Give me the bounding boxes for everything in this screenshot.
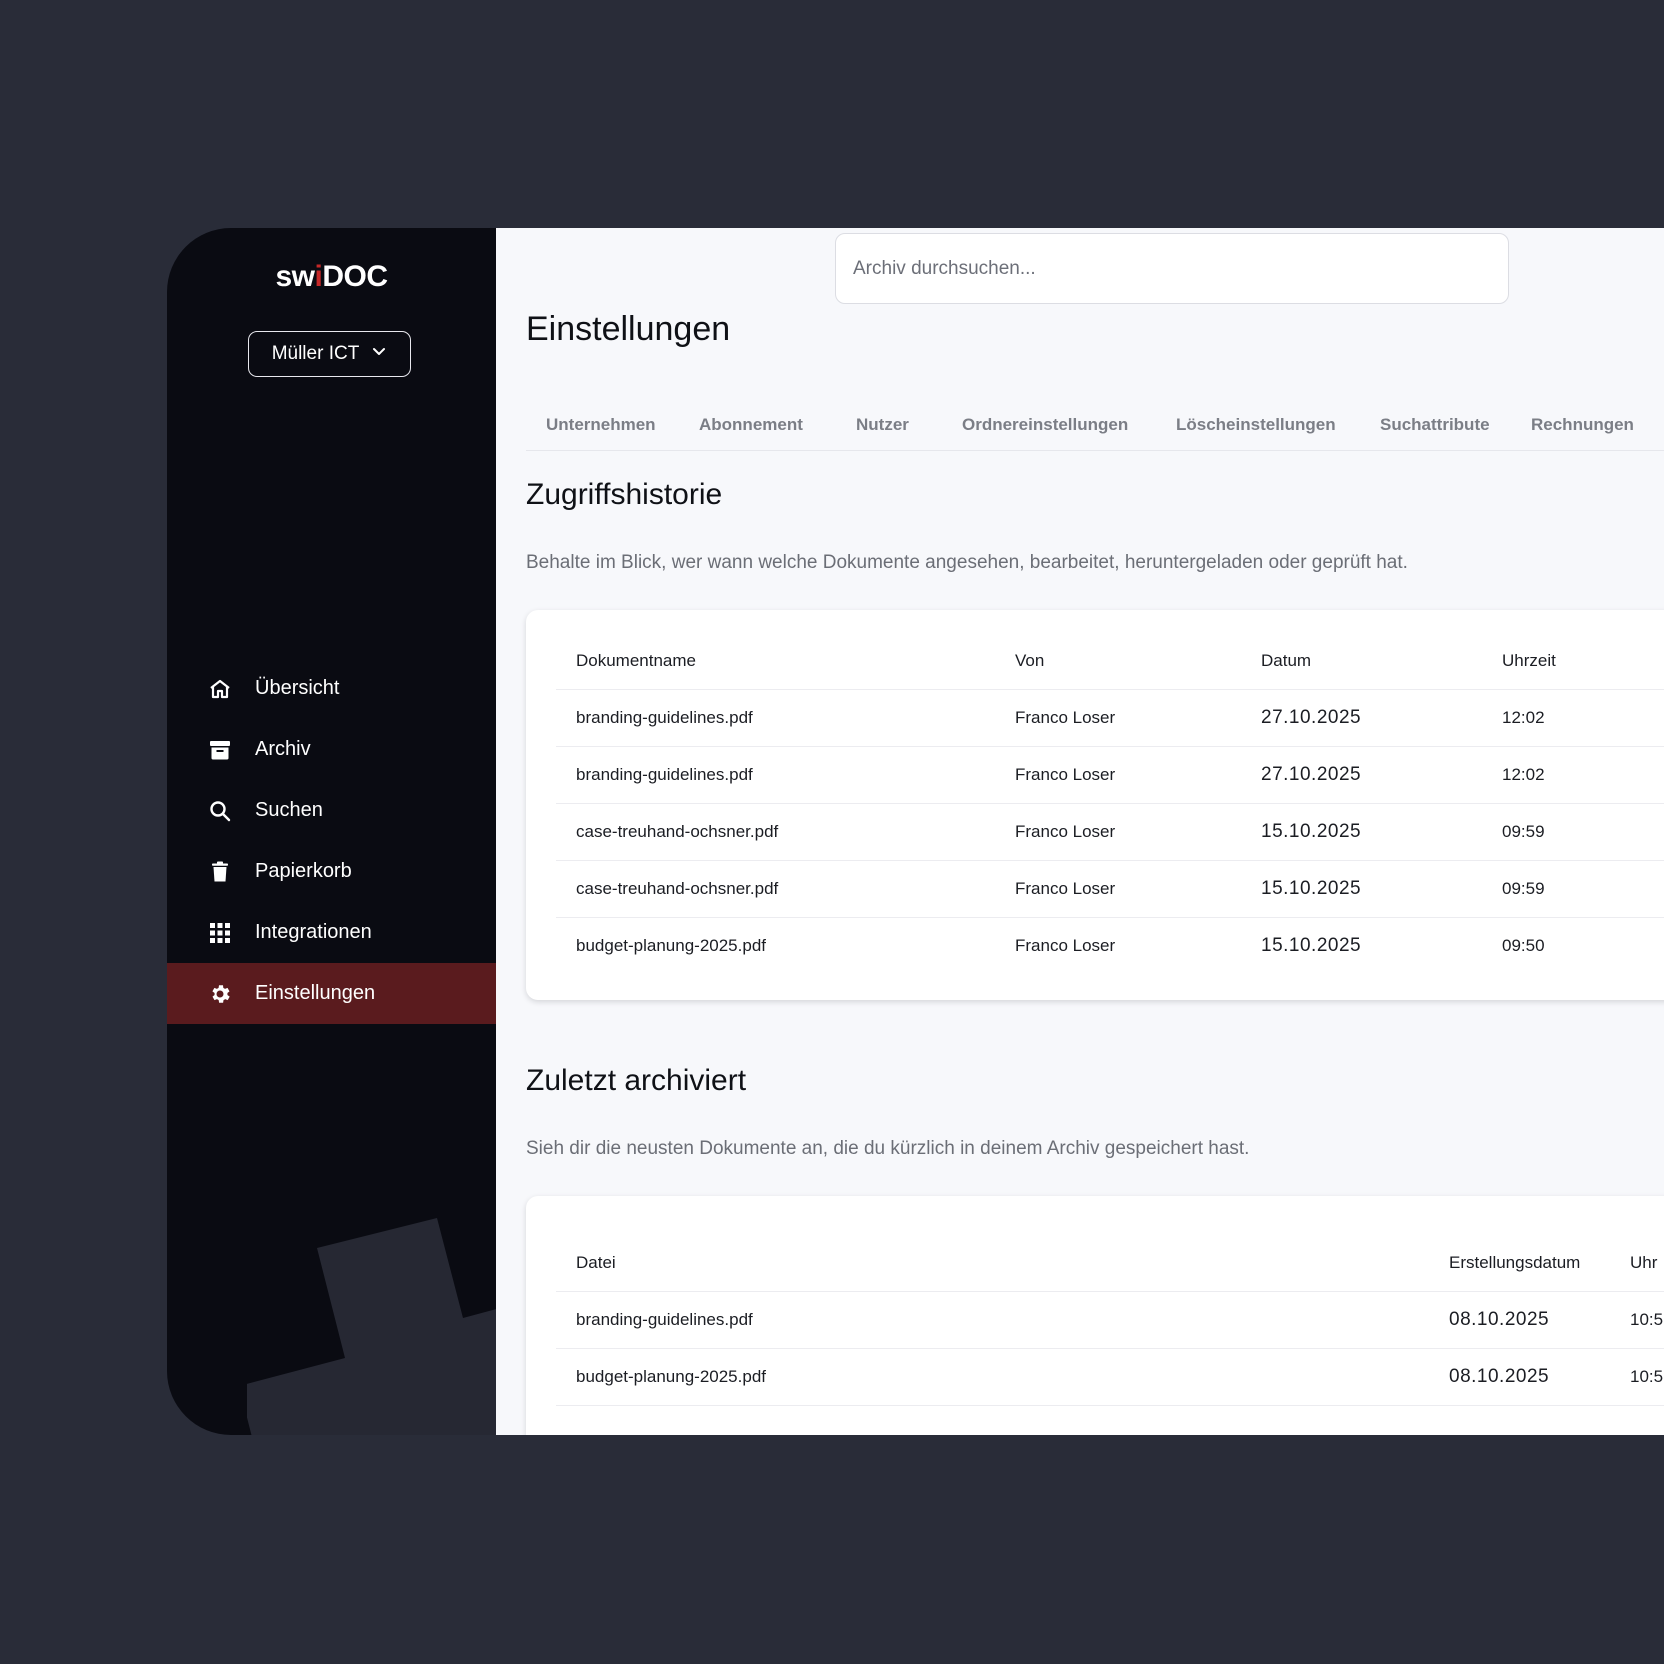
company-selector[interactable]: Müller ICT <box>248 331 411 377</box>
sidebar-item-uebersicht[interactable]: Übersicht <box>167 658 496 719</box>
recent-archived-table: Datei Erstellungsdatum Uhr branding-guid… <box>526 1196 1664 1435</box>
user-name: Franco Loser <box>1015 822 1116 841</box>
table-row[interactable]: budget-planung-2025.pdf Franco Loser 15.… <box>556 917 1664 974</box>
home-icon <box>207 676 233 702</box>
table-header: Dokumentname Von Datum Uhrzeit <box>556 632 1664 690</box>
main-content: Einstellungen Unternehmen Abonnement Nut… <box>496 228 1664 1435</box>
sidebar-item-archiv[interactable]: Archiv <box>167 719 496 780</box>
file-name[interactable]: budget-planung-2025.pdf <box>576 1348 766 1405</box>
access-date: 15.10.2025 <box>1261 878 1362 899</box>
settings-tabs: Unternehmen Abonnement Nutzer Ordnereins… <box>526 400 1664 451</box>
table-row[interactable]: branding-guidelines.pdf Franco Loser 27.… <box>556 746 1664 804</box>
sidebar-item-label: Suchen <box>255 799 323 821</box>
access-date: 15.10.2025 <box>1261 821 1362 842</box>
table-row[interactable]: branding-guidelines.pdf 08.10.2025 10:5 <box>556 1291 1664 1349</box>
access-history-title: Zugriffshistorie <box>526 478 723 511</box>
access-date: 27.10.2025 <box>1261 707 1362 728</box>
access-history-description: Behalte im Blick, wer wann welche Dokume… <box>526 552 1408 573</box>
creation-time: 10:5 <box>1630 1367 1664 1386</box>
access-history-table: Dokumentname Von Datum Uhrzeit branding-… <box>526 610 1664 1000</box>
sidebar-item-label: Einstellungen <box>255 982 376 1004</box>
column-header: Uhrzeit <box>1502 651 1556 670</box>
column-header: Datum <box>1261 651 1312 670</box>
access-date: 27.10.2025 <box>1261 764 1362 785</box>
column-header: Dokumentname <box>576 651 697 670</box>
document-name[interactable]: budget-planung-2025.pdf <box>576 917 766 974</box>
access-time: 09:59 <box>1502 879 1545 898</box>
file-name[interactable]: branding-guidelines.pdf <box>576 1291 753 1348</box>
app-window: swiDOC Müller ICT Übersicht Archiv Suche… <box>167 228 1664 1435</box>
creation-date: 08.10.2025 <box>1449 1366 1550 1387</box>
sidebar-item-integrationen[interactable]: Integrationen <box>167 902 496 963</box>
document-name[interactable]: branding-guidelines.pdf <box>576 746 753 803</box>
chevron-down-icon <box>371 343 387 365</box>
access-time: 09:59 <box>1502 822 1545 841</box>
search-input[interactable] <box>835 233 1509 304</box>
sidebar-item-label: Übersicht <box>255 677 340 699</box>
sidebar-item-label: Archiv <box>255 738 311 760</box>
sidebar: swiDOC Müller ICT Übersicht Archiv Suche… <box>167 228 496 1435</box>
recent-archived-title: Zuletzt archiviert <box>526 1064 747 1097</box>
trash-icon <box>207 859 233 885</box>
sidebar-item-label: Integrationen <box>255 921 372 943</box>
table-row[interactable]: case-treuhand-ochsner.pdf Franco Loser 1… <box>556 860 1664 918</box>
grid-icon <box>207 920 233 946</box>
document-name[interactable]: case-treuhand-ochsner.pdf <box>576 803 778 860</box>
table-row[interactable]: branding-guidelines.pdf Franco Loser 27.… <box>556 689 1664 747</box>
sidebar-item-einstellungen[interactable]: Einstellungen <box>167 963 496 1024</box>
table-row[interactable]: budget-planung-2025.pdf 08.10.2025 10:5 <box>556 1348 1664 1406</box>
access-time: 12:02 <box>1502 765 1545 784</box>
column-header: Uhr <box>1630 1253 1658 1272</box>
user-name: Franco Loser <box>1015 936 1116 955</box>
sidebar-item-suchen[interactable]: Suchen <box>167 780 496 841</box>
access-time: 12:02 <box>1502 708 1545 727</box>
tab-suchattribute[interactable]: Suchattribute <box>1380 400 1490 450</box>
creation-time: 10:5 <box>1630 1310 1664 1329</box>
table-header: Datei Erstellungsdatum Uhr <box>556 1234 1664 1292</box>
document-name[interactable]: case-treuhand-ochsner.pdf <box>576 860 778 917</box>
column-header: Datei <box>576 1253 616 1272</box>
tab-unternehmen[interactable]: Unternehmen <box>546 400 656 450</box>
user-name: Franco Loser <box>1015 765 1116 784</box>
access-date: 15.10.2025 <box>1261 935 1362 956</box>
tab-abonnement[interactable]: Abonnement <box>699 400 803 450</box>
page-title: Einstellungen <box>526 310 731 348</box>
user-name: Franco Loser <box>1015 879 1116 898</box>
brand-logo[interactable]: swiDOC <box>167 260 496 294</box>
tab-nutzer[interactable]: Nutzer <box>856 400 909 450</box>
user-name: Franco Loser <box>1015 708 1116 727</box>
archive-icon <box>207 737 233 763</box>
recent-archived-description: Sieh dir die neusten Dokumente an, die d… <box>526 1138 1250 1159</box>
tab-ordnereinstellungen[interactable]: Ordnereinstellungen <box>962 400 1128 450</box>
search-icon <box>207 798 233 824</box>
sidebar-item-papierkorb[interactable]: Papierkorb <box>167 841 496 902</box>
company-label: Müller ICT <box>271 343 360 364</box>
tab-rechnungen[interactable]: Rechnungen <box>1531 400 1634 450</box>
creation-date: 08.10.2025 <box>1449 1309 1550 1330</box>
column-header: Von <box>1015 651 1045 670</box>
document-name[interactable]: branding-guidelines.pdf <box>576 689 753 746</box>
table-row[interactable]: case-treuhand-ochsner.pdf Franco Loser 1… <box>556 803 1664 861</box>
column-header: Erstellungsdatum <box>1449 1253 1581 1272</box>
tab-loescheinstellungen[interactable]: Löscheinstellungen <box>1176 400 1336 450</box>
sidebar-item-label: Papierkorb <box>255 860 352 882</box>
swiss-cross-decoration <box>247 1218 496 1435</box>
access-time: 09:50 <box>1502 936 1545 955</box>
gear-icon <box>207 981 233 1007</box>
